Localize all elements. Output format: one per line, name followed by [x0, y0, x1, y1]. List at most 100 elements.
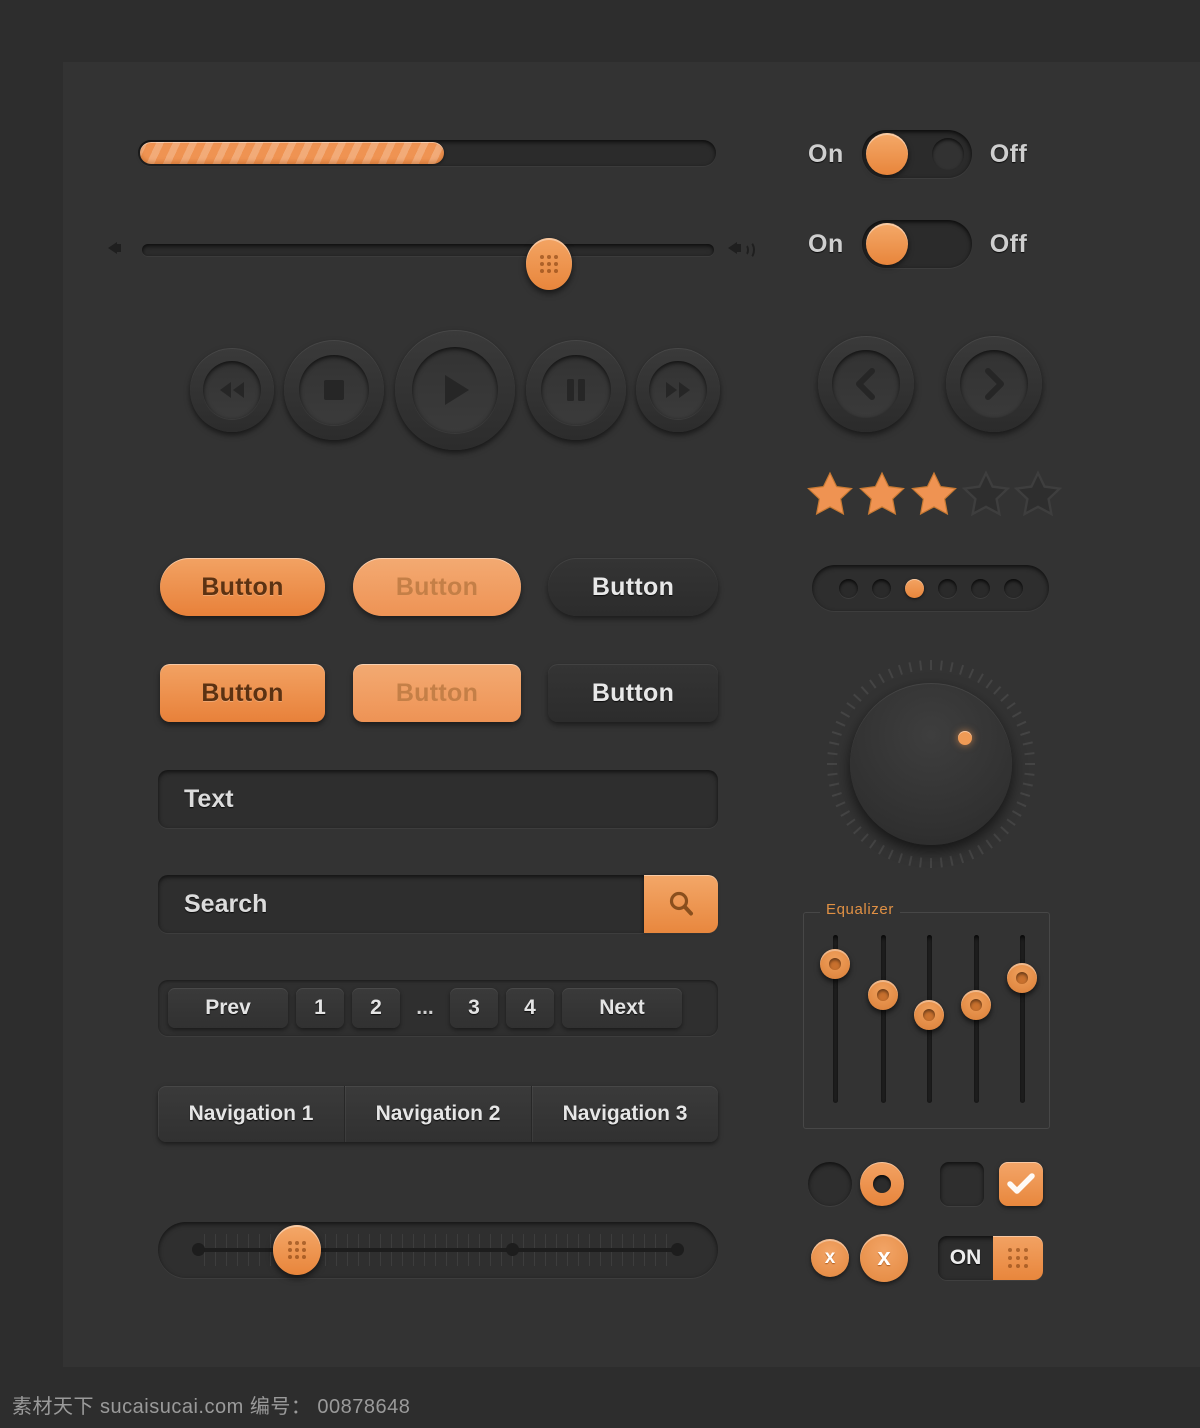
equalizer-band-track[interactable]	[881, 935, 886, 1103]
toggle-switch-2[interactable]: On Off	[808, 220, 1027, 268]
prev-arrow-button[interactable]	[818, 336, 914, 432]
star-icon[interactable]	[910, 470, 958, 516]
pager-dot[interactable]	[1003, 578, 1023, 598]
equalizer-legend: Equalizer	[820, 901, 900, 918]
toggle-track-hole	[931, 138, 964, 170]
radio-checked[interactable]	[860, 1162, 904, 1206]
range-slider-track[interactable]	[198, 1248, 682, 1252]
toggle-off-label: Off	[989, 229, 1028, 258]
volume-slider-handle[interactable]	[526, 238, 572, 290]
star-icon[interactable]	[806, 470, 854, 516]
search-input[interactable]: Search	[158, 875, 718, 933]
pager-dot-active[interactable]	[904, 578, 924, 598]
button-secondary-rect[interactable]: Button	[548, 664, 718, 722]
star-icon[interactable]	[858, 470, 906, 516]
nav-tab-1[interactable]: Navigation 1	[158, 1086, 345, 1142]
toggle-knob[interactable]	[865, 223, 908, 265]
on-switch[interactable]: ON	[938, 1236, 1043, 1280]
progress-bar-fill	[140, 142, 444, 164]
nav-tab-2[interactable]: Navigation 2	[345, 1086, 532, 1142]
equalizer-band-handle[interactable]	[914, 1000, 944, 1030]
pager-dot[interactable]	[937, 578, 957, 598]
button-disabled-rect[interactable]: Button	[353, 664, 521, 722]
volume-slider[interactable]	[108, 228, 768, 290]
pagination-page-4[interactable]: 4	[506, 988, 554, 1028]
close-button-small[interactable]: x	[811, 1239, 849, 1277]
rotary-knob[interactable]	[822, 655, 1040, 873]
stop-button[interactable]	[284, 340, 384, 440]
checkbox-unchecked[interactable]	[940, 1162, 984, 1206]
star-icon[interactable]	[1014, 470, 1062, 516]
next-arrow-button[interactable]	[946, 336, 1042, 432]
pagination-page-2[interactable]: 2	[352, 988, 400, 1028]
close-icon: x	[877, 1244, 891, 1271]
rewind-button[interactable]	[190, 348, 274, 432]
equalizer-band-handle[interactable]	[820, 949, 850, 979]
search-button[interactable]	[644, 875, 718, 933]
range-stop-point[interactable]	[671, 1243, 684, 1256]
star-icon[interactable]	[962, 470, 1010, 516]
button-label: Button	[591, 572, 675, 601]
equalizer-band-track[interactable]	[1020, 935, 1025, 1103]
pagination-next-button[interactable]: Next	[562, 988, 682, 1028]
star-rating[interactable]	[806, 470, 1062, 516]
button-label: Button	[591, 678, 675, 707]
pager-dot[interactable]	[871, 578, 891, 598]
button-label: Button	[395, 572, 479, 601]
navigation-tabs[interactable]: Navigation 1 Navigation 2 Navigation 3	[158, 1086, 718, 1142]
equalizer-band-handle[interactable]	[868, 980, 898, 1010]
button-primary-rect[interactable]: Button	[160, 664, 325, 722]
play-icon	[445, 375, 469, 405]
toggle-switch-1-control[interactable]	[861, 130, 972, 178]
toggle-switch-2-control[interactable]	[861, 220, 972, 268]
pager-dot[interactable]	[970, 578, 990, 598]
progress-bar[interactable]	[138, 140, 716, 166]
play-button[interactable]	[395, 330, 515, 450]
text-input-value: Text	[184, 784, 234, 813]
equalizer-band-1[interactable]	[820, 935, 850, 1103]
dot-pager[interactable]	[812, 565, 1049, 611]
text-input[interactable]: Text	[158, 770, 718, 828]
equalizer-band-5[interactable]	[1007, 935, 1037, 1103]
button-disabled-pill[interactable]: Button	[353, 558, 521, 616]
equalizer-band-handle[interactable]	[1007, 963, 1037, 993]
pagination-page-3[interactable]: 3	[450, 988, 498, 1028]
toggle-switch-1[interactable]: On Off	[808, 130, 1027, 178]
toggle-knob[interactable]	[865, 133, 908, 175]
media-transport-controls	[190, 330, 720, 450]
radio-unchecked[interactable]	[808, 1162, 852, 1206]
equalizer-band-4[interactable]	[961, 935, 991, 1103]
pagination-prev-button[interactable]: Prev	[168, 988, 288, 1028]
range-stop-point[interactable]	[506, 1243, 519, 1256]
knob-face[interactable]	[850, 683, 1012, 845]
button-label: Button	[201, 572, 284, 601]
equalizer-band-2[interactable]	[868, 935, 898, 1103]
pause-button[interactable]	[526, 340, 626, 440]
rewind-icon	[220, 382, 244, 398]
search-input-value: Search	[184, 889, 268, 918]
fast-forward-button[interactable]	[636, 348, 720, 432]
toggle-on-label: On	[808, 229, 844, 258]
range-slider-handle[interactable]	[273, 1225, 321, 1275]
button-primary-pill[interactable]: Button	[160, 558, 325, 616]
ui-kit-canvas: On Off On Off Button Button Button Butto…	[0, 0, 1200, 1428]
on-switch-grip[interactable]	[993, 1236, 1043, 1280]
equalizer-band-3[interactable]	[914, 935, 944, 1103]
watermark: 素材天下 sucaisucai.com 编号： 00878648	[12, 1396, 411, 1418]
speaker-volume-icon[interactable]	[728, 237, 755, 259]
grip-dots-icon	[1008, 1248, 1028, 1268]
pager-dot[interactable]	[838, 578, 858, 598]
speaker-mute-icon[interactable]	[108, 237, 130, 259]
pagination[interactable]: Prev 1 2 ... 3 4 Next	[158, 980, 718, 1036]
pause-icon	[567, 379, 585, 401]
range-stop-point[interactable]	[192, 1243, 205, 1256]
close-button-large[interactable]: x	[860, 1234, 908, 1282]
equalizer-band-handle[interactable]	[961, 990, 991, 1020]
grip-dots-icon	[540, 255, 558, 273]
pagination-page-1[interactable]: 1	[296, 988, 344, 1028]
checkbox-checked[interactable]	[999, 1162, 1043, 1206]
range-slider[interactable]	[158, 1222, 718, 1278]
button-secondary-pill[interactable]: Button	[548, 558, 718, 616]
nav-tab-3[interactable]: Navigation 3	[532, 1086, 718, 1142]
volume-slider-track[interactable]	[142, 238, 714, 290]
